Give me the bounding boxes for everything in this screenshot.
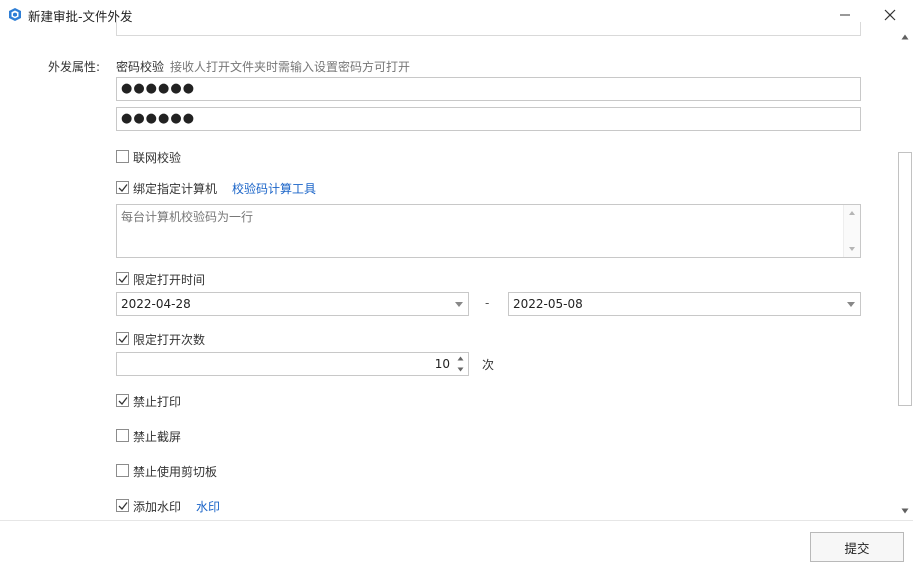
minimize-icon (840, 14, 850, 16)
bind-computer-checkbox[interactable] (116, 181, 129, 194)
no-print-label: 禁止打印 (133, 395, 182, 409)
submit-button[interactable]: 提交 (810, 532, 904, 562)
watermark-checkbox[interactable] (116, 499, 129, 512)
dialog-footer: 提交 (0, 520, 913, 572)
check-icon (118, 275, 128, 283)
check-icon (118, 502, 128, 510)
attr-label: 外发属性: (48, 60, 101, 74)
textarea-scrollbar[interactable] (843, 205, 860, 257)
network-check-label: 联网校验 (133, 151, 182, 165)
open-count-unit: 次 (482, 358, 495, 372)
computer-codes-placeholder: 每台计算机校验码为一行 (121, 210, 254, 224)
watermark-link[interactable]: 水印 (196, 498, 220, 515)
close-button[interactable] (875, 4, 905, 26)
close-icon (884, 9, 896, 21)
start-date-select[interactable]: 2022-04-28 (116, 292, 469, 316)
bind-computer-label: 绑定指定计算机 (133, 182, 218, 196)
chevron-down-icon (847, 302, 855, 307)
scroll-down-icon (849, 247, 855, 251)
end-date-select[interactable]: 2022-05-08 (508, 292, 861, 316)
limit-time-checkbox[interactable] (116, 272, 129, 285)
limit-count-label: 限定打开次数 (133, 333, 206, 347)
vertical-scrollbar[interactable] (897, 30, 913, 520)
no-clipboard-label: 禁止使用剪切板 (133, 465, 218, 479)
scroll-down-icon[interactable] (901, 508, 909, 514)
password-confirm-input[interactable]: ●●●●●● (116, 107, 861, 131)
date-separator: - (485, 296, 490, 310)
limit-time-label: 限定打开时间 (133, 273, 206, 287)
start-date-value: 2022-04-28 (121, 297, 191, 311)
end-date-value: 2022-05-08 (513, 297, 583, 311)
password-input[interactable]: ●●●●●● (116, 77, 861, 101)
no-print-checkbox[interactable] (116, 394, 129, 407)
open-count-value: 10 (434, 357, 450, 371)
chevron-down-icon (455, 302, 463, 307)
limit-count-checkbox[interactable] (116, 332, 129, 345)
password-hint: 接收人打开文件夹时需输入设置密码方可打开 (170, 60, 411, 74)
network-check-checkbox[interactable] (116, 150, 129, 163)
no-screenshot-label: 禁止截屏 (133, 430, 182, 444)
open-count-stepper[interactable]: 10 (116, 352, 469, 376)
check-icon (118, 335, 128, 343)
app-cube-icon (9, 8, 21, 21)
form-scroll-area: 外发属性: 密码校验 接收人打开文件夹时需输入设置密码方可打开 ●●●●●● ●… (0, 30, 897, 520)
scroll-up-icon[interactable] (901, 34, 909, 40)
no-clipboard-checkbox[interactable] (116, 464, 129, 477)
watermark-label: 添加水印 (133, 500, 182, 514)
checksum-tool-link[interactable]: 校验码计算工具 (232, 180, 316, 197)
check-icon (118, 184, 128, 192)
no-screenshot-checkbox[interactable] (116, 429, 129, 442)
computer-codes-textarea[interactable]: 每台计算机校验码为一行 (116, 204, 861, 258)
password-check-label: 密码校验 (116, 60, 165, 74)
stepper-up-icon[interactable] (457, 356, 464, 361)
check-icon (118, 397, 128, 405)
stepper-down-icon[interactable] (457, 367, 464, 372)
scroll-up-icon (849, 211, 855, 215)
scrollbar-thumb[interactable] (898, 152, 912, 406)
